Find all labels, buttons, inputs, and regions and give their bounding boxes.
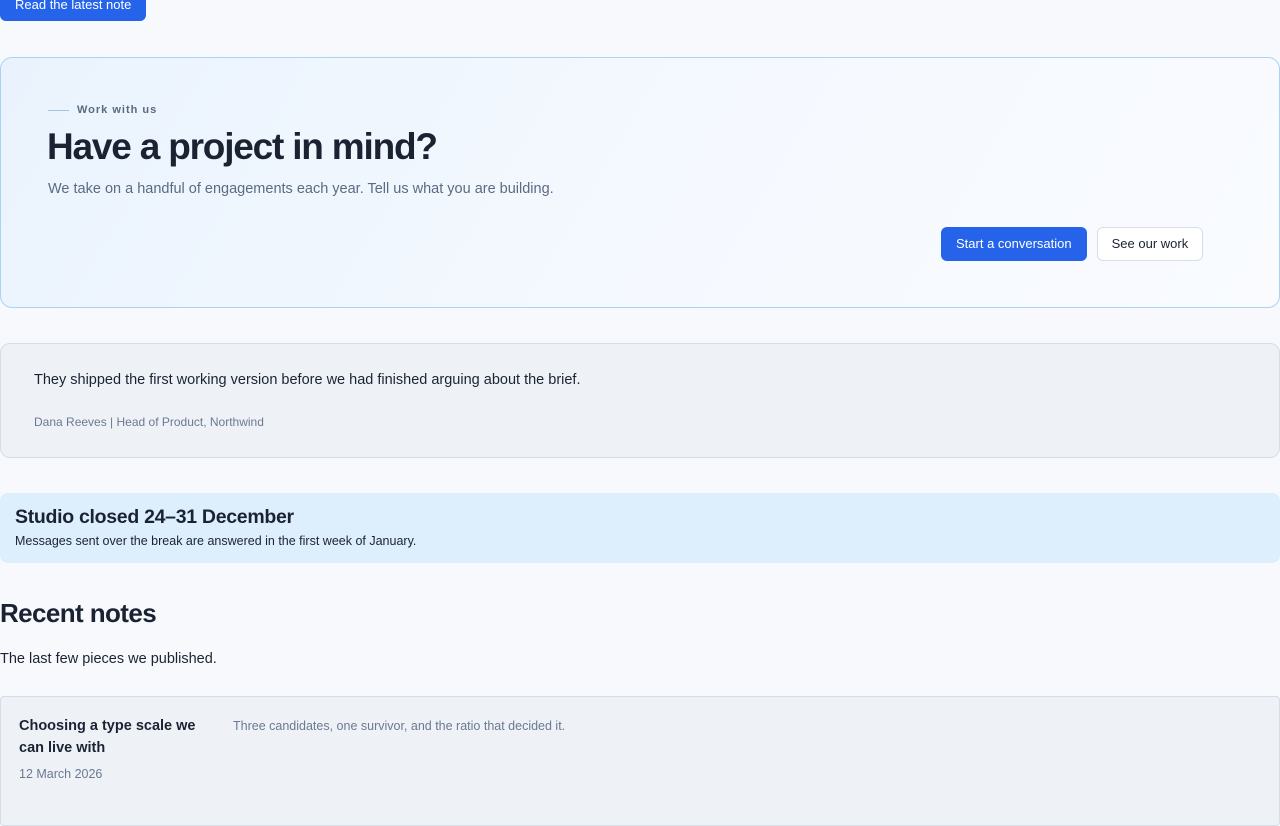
notice-title: Studio closed 24–31 December bbox=[15, 506, 294, 528]
eyebrow-label: Work with us bbox=[77, 104, 158, 116]
recent-notes-subtitle: The last few pieces we published. bbox=[0, 651, 217, 667]
testimonial-card: They shipped the first working version b… bbox=[0, 343, 1280, 458]
eyebrow-rule bbox=[48, 109, 69, 111]
recent-notes-title: Recent notes bbox=[0, 598, 157, 628]
note-excerpt: Three candidates, one survivor, and the … bbox=[233, 719, 566, 733]
closure-notice: Studio closed 24–31 December Messages se… bbox=[0, 493, 1280, 563]
cta-eyebrow: Work with us bbox=[48, 104, 157, 116]
note-title[interactable]: Choosing a type scale we can live with bbox=[19, 715, 219, 759]
start-conversation-button[interactable]: Start a conversation bbox=[941, 227, 1087, 261]
cta-subtitle: We take on a handful of engagements each… bbox=[48, 181, 554, 197]
note-date: 12 March 2026 bbox=[19, 767, 103, 781]
see-our-work-button[interactable]: See our work bbox=[1096, 227, 1204, 261]
testimonial-citation: Dana Reeves | Head of Product, Northwind bbox=[34, 415, 264, 429]
notice-body: Messages sent over the break are answere… bbox=[15, 534, 417, 548]
read-latest-note-button[interactable]: Read the latest note bbox=[0, 0, 147, 21]
cta-title: Have a project in mind? bbox=[47, 126, 438, 167]
cta-actions: Start a conversation See our work bbox=[941, 227, 1204, 261]
note-card[interactable]: Choosing a type scale we can live with 1… bbox=[0, 696, 1280, 826]
testimonial-quote: They shipped the first working version b… bbox=[34, 372, 581, 388]
cta-panel: Work with us Have a project in mind? We … bbox=[0, 57, 1280, 308]
